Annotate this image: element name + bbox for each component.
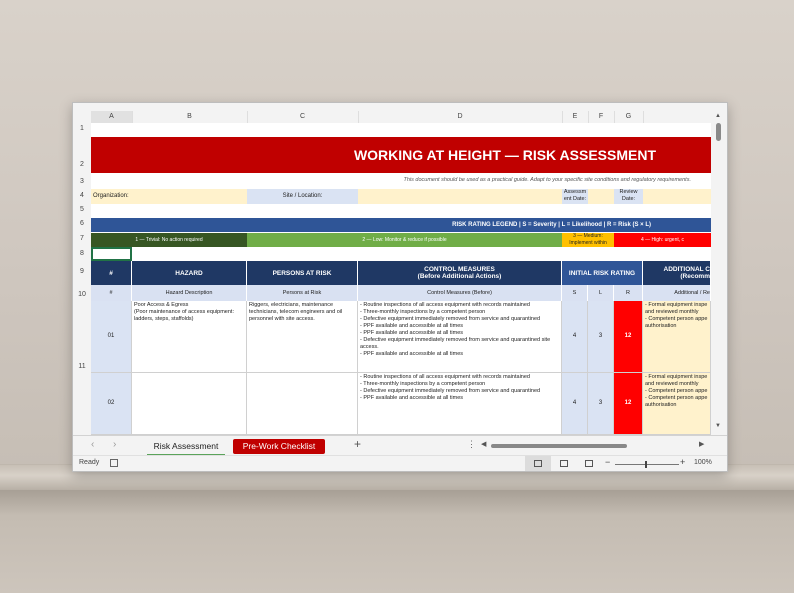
zoom-slider-thumb[interactable] — [645, 461, 647, 468]
likelihood-cell[interactable]: 3 — [588, 301, 614, 373]
column-header-e[interactable]: E — [562, 111, 589, 123]
legend-level-trivial: 1 — Trivial: No action required — [91, 233, 247, 247]
more-options-icon[interactable]: ⋮ — [467, 439, 476, 450]
tab-risk-assessment[interactable]: Risk Assessment — [147, 440, 225, 456]
header-additional-title: ADDITIONAL C — [663, 266, 710, 273]
row-header[interactable]: 10 — [73, 291, 91, 298]
subheader-severity: S — [562, 285, 588, 301]
severity-cell[interactable]: 4 — [562, 373, 588, 435]
site-location-label: Site / Location: — [247, 189, 358, 204]
scroll-right-arrow-icon[interactable]: ▶ — [699, 440, 704, 448]
page-layout-icon[interactable] — [560, 460, 568, 467]
legend-level-high: 4 — High: urgent, c — [614, 233, 711, 247]
subheader-num: # — [91, 285, 132, 301]
subheader-likelihood: L — [588, 285, 614, 301]
grid-view-icon — [534, 460, 542, 467]
row-header[interactable]: 3 — [73, 178, 91, 185]
review-date-label: Review Date: — [614, 189, 643, 204]
row-header[interactable]: 8 — [73, 250, 91, 257]
column-header-g[interactable]: G — [614, 111, 644, 123]
hazard-cell[interactable] — [132, 373, 247, 435]
additional-cell[interactable]: - Formal equipment inspe and reviewed mo… — [643, 373, 711, 435]
zoom-out-icon[interactable]: − — [605, 457, 610, 467]
horizontal-scroll-thumb[interactable] — [491, 444, 627, 448]
sheet-tabs-bar: ‹ › Risk Assessment Pre-Work Checklist +… — [73, 435, 727, 456]
next-sheet-icon[interactable]: › — [113, 439, 116, 450]
header-additional-sub: (Recomm — [680, 273, 710, 280]
column-header-c[interactable]: C — [247, 111, 359, 123]
row-headers: 1 2 3 4 5 6 7 8 9 10 11 — [73, 123, 92, 435]
row-header[interactable]: 11 — [73, 363, 91, 370]
column-header-f[interactable]: F — [588, 111, 615, 123]
header-hazard: HAZARD — [132, 261, 247, 285]
subheader-hazard: Hazard Description — [132, 285, 247, 301]
zoom-level[interactable]: 100% — [694, 459, 712, 466]
header-additional-controls: ADDITIONAL C (Recomm — [643, 261, 711, 285]
additional-cell[interactable]: - Formal equipment inspe and reviewed mo… — [643, 301, 711, 373]
add-sheet-icon[interactable]: + — [354, 437, 361, 451]
severity-cell[interactable]: 4 — [562, 301, 588, 373]
active-cell[interactable] — [91, 247, 132, 261]
row-header[interactable]: 7 — [73, 235, 91, 242]
accessibility-icon[interactable] — [110, 459, 118, 467]
controls-cell[interactable]: - Routine inspections of all access equi… — [358, 301, 562, 373]
header-control-measures-title: CONTROL MEASURES — [424, 266, 495, 273]
review-date-field[interactable] — [643, 189, 711, 204]
likelihood-cell[interactable]: 3 — [588, 373, 614, 435]
scroll-up-arrow-icon[interactable]: ▲ — [715, 113, 721, 119]
scroll-left-arrow-icon[interactable]: ◀ — [481, 440, 486, 448]
sheet-title: WORKING AT HEIGHT — RISK ASSESSMENT — [91, 137, 711, 173]
risk-legend-bar: RISK RATING LEGEND | S = Severity | L = … — [91, 218, 711, 232]
site-location-field[interactable] — [358, 189, 562, 204]
vertical-scroll-thumb[interactable] — [716, 123, 721, 141]
row-id[interactable]: 02 — [91, 373, 132, 435]
legend-level-low: 2 — Low: Monitor & reduce if possible — [247, 233, 562, 247]
row-header[interactable]: 2 — [73, 161, 91, 168]
row-id[interactable]: 01 — [91, 301, 132, 373]
zoom-slider[interactable] — [615, 464, 679, 465]
risk-cell[interactable]: 12 — [614, 373, 643, 435]
assessment-date-field[interactable] — [588, 189, 614, 204]
disclaimer-text: This document should be used as a practi… — [403, 177, 692, 183]
zoom-in-icon[interactable]: + — [680, 457, 685, 467]
spreadsheet-window: A B C D E F G 1 2 3 4 5 6 7 8 9 10 11 WO… — [72, 102, 728, 472]
tab-pre-work-checklist[interactable]: Pre-Work Checklist — [233, 439, 325, 454]
row-header[interactable]: 6 — [73, 220, 91, 227]
prev-sheet-icon[interactable]: ‹ — [91, 439, 94, 450]
legend-level-medium: 3 — Medium: Implement within — [562, 233, 614, 247]
row-header[interactable]: 5 — [73, 206, 91, 213]
column-header-b[interactable]: B — [132, 111, 248, 123]
hazard-cell[interactable]: Poor Access & Egress (Poor maintenance o… — [132, 301, 247, 373]
subheader-risk: R — [614, 285, 643, 301]
page-break-preview-icon[interactable] — [585, 460, 593, 467]
normal-view-button[interactable] — [525, 456, 551, 471]
sheet-grid[interactable]: WORKING AT HEIGHT — RISK ASSESSMENT This… — [91, 123, 711, 435]
status-ready: Ready — [79, 459, 100, 466]
assessment-date-label: Assessm ent Date: — [562, 189, 588, 204]
header-control-measures: CONTROL MEASURES (Before Additional Acti… — [358, 261, 562, 285]
subheader-persons: Persons at Risk — [247, 285, 358, 301]
select-all-corner[interactable] — [73, 111, 92, 123]
header-initial-risk-rating: INITIAL RISK RATING — [562, 261, 643, 285]
risk-cell[interactable]: 12 — [614, 301, 643, 373]
row-header[interactable]: 9 — [73, 268, 91, 275]
row-header[interactable]: 4 — [73, 192, 91, 199]
shelf-front — [0, 490, 794, 593]
persons-cell[interactable] — [247, 373, 358, 435]
status-bar: Ready − + 100% — [73, 455, 727, 471]
header-num: # — [91, 261, 132, 285]
vertical-scrollbar[interactable]: ▲ ▼ — [711, 111, 727, 435]
header-control-measures-sub: (Before Additional Actions) — [417, 273, 502, 280]
controls-cell[interactable]: - Routine inspections of all access equi… — [358, 373, 562, 435]
subheader-controls: Control Measures (Before) — [358, 285, 562, 301]
persons-cell[interactable]: Riggers, electricians, maintenance techn… — [247, 301, 358, 373]
column-header-d[interactable]: D — [358, 111, 563, 123]
header-persons-at-risk: PERSONS AT RISK — [247, 261, 358, 285]
subheader-additional: Additional / Re — [643, 285, 711, 301]
row-header[interactable]: 1 — [73, 125, 91, 132]
organization-label: Organization: — [91, 189, 247, 204]
scroll-down-arrow-icon[interactable]: ▼ — [715, 423, 721, 429]
